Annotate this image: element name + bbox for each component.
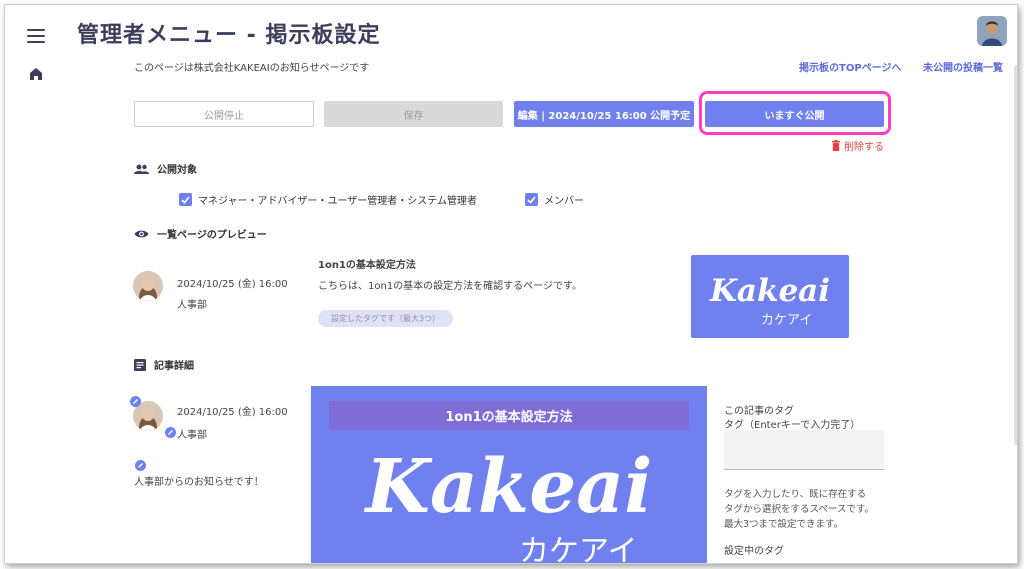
scrollbar[interactable] xyxy=(1014,65,1017,445)
trash-icon xyxy=(832,140,840,151)
checkbox-checked-icon[interactable] xyxy=(525,193,538,206)
edit-scheduled-button[interactable]: 編集 | 2024/10/25 16:00 公開予定 xyxy=(514,101,694,127)
audience-section-title: 公開対象 xyxy=(134,161,197,176)
page-title: 管理者メニュー - 掲示板設定 xyxy=(77,23,381,48)
detail-section-title: 記事詳細 xyxy=(134,357,194,372)
article-icon xyxy=(134,358,146,371)
page-notice: このページは株式会社KAKEAIのお知らせページです xyxy=(134,63,370,74)
audience-option-label: マネジャー・アドバイザー・ユーザー管理者・システム管理者 xyxy=(198,196,477,207)
preview-tag-chip: 設定したタグです（最大3つ） xyxy=(318,310,453,327)
preview-thumbnail: Kakeai カケアイ xyxy=(691,255,849,338)
people-icon xyxy=(134,164,149,174)
audience-option-members[interactable]: メンバー xyxy=(525,192,584,207)
detail-date: 2024/10/25 (金) 16:00 xyxy=(177,407,288,418)
audience-title: 公開対象 xyxy=(157,165,197,176)
tags-help: タグを入力したり、既に存在する タグから選択をするスペースです。 最大3つまで設… xyxy=(724,487,874,532)
user-avatar[interactable] xyxy=(977,16,1007,46)
current-tags-label: 設定中のタグ xyxy=(724,546,784,557)
detail-title: 記事詳細 xyxy=(154,361,194,372)
unpublished-posts-link[interactable]: 未公開の投稿一覧 xyxy=(923,59,1003,74)
eye-icon xyxy=(134,230,149,237)
hero-title: 1on1の基本設定方法 xyxy=(329,401,689,430)
tags-heading: この記事のタグ xyxy=(724,406,794,417)
detail-message[interactable]: 人事部からのお知らせです！ xyxy=(134,473,264,488)
tags-input-label: タグ（Enterキーで入力完了） xyxy=(724,420,861,431)
author-avatar xyxy=(133,271,163,301)
app-window: 管理者メニュー - 掲示板設定 このページは株式会社KAKEAIのお知らせページ… xyxy=(4,4,1018,564)
preview-title: 一覧ページのプレビュー xyxy=(157,230,267,241)
detail-department[interactable]: 人事部 xyxy=(177,426,207,441)
preview-post-desc: こちらは、1on1の基本の設定方法を確認するページです。 xyxy=(318,281,582,292)
tags-help-line: 最大3つまで設定できます。 xyxy=(724,519,844,530)
publish-highlight-frame xyxy=(699,91,891,135)
edit-message-pencil-icon[interactable] xyxy=(135,460,146,471)
preview-post-title: 1on1の基本設定方法 xyxy=(318,260,416,271)
hero-logo-sub: カケアイ xyxy=(519,534,638,564)
delete-label: 削除する xyxy=(844,142,884,153)
audience-option-label: メンバー xyxy=(544,196,584,207)
home-icon[interactable] xyxy=(29,67,43,81)
tags-help-line: タグを入力したり、既に存在する xyxy=(724,489,867,500)
preview-section-title: 一覧ページのプレビュー xyxy=(134,226,267,241)
hero-image: 1on1の基本設定方法 Kakeai カケアイ xyxy=(311,386,707,564)
bulletin-top-link[interactable]: 掲示板のTOPページへ xyxy=(799,59,901,74)
audience-option-managers[interactable]: マネジャー・アドバイザー・ユーザー管理者・システム管理者 xyxy=(179,192,477,207)
edit-department-pencil-icon[interactable] xyxy=(165,427,176,438)
save-button[interactable]: 保存 xyxy=(324,101,503,127)
edit-avatar-pencil-icon[interactable] xyxy=(130,396,141,407)
hero-logo: Kakeai xyxy=(365,444,653,530)
thumb-logo-sub: カケアイ xyxy=(761,313,813,328)
delete-button[interactable]: 削除する xyxy=(831,138,884,153)
stop-publish-button[interactable]: 公開停止 xyxy=(134,101,314,127)
preview-date: 2024/10/25 (金) 16:00 xyxy=(177,279,288,290)
tag-input[interactable] xyxy=(724,430,884,470)
tags-help-line: タグから選択をするスペースです。 xyxy=(724,504,874,515)
checkbox-checked-icon[interactable] xyxy=(179,193,192,206)
hamburger-menu-icon[interactable] xyxy=(27,29,45,43)
thumb-logo: Kakeai xyxy=(709,273,831,309)
preview-department: 人事部 xyxy=(177,300,207,311)
